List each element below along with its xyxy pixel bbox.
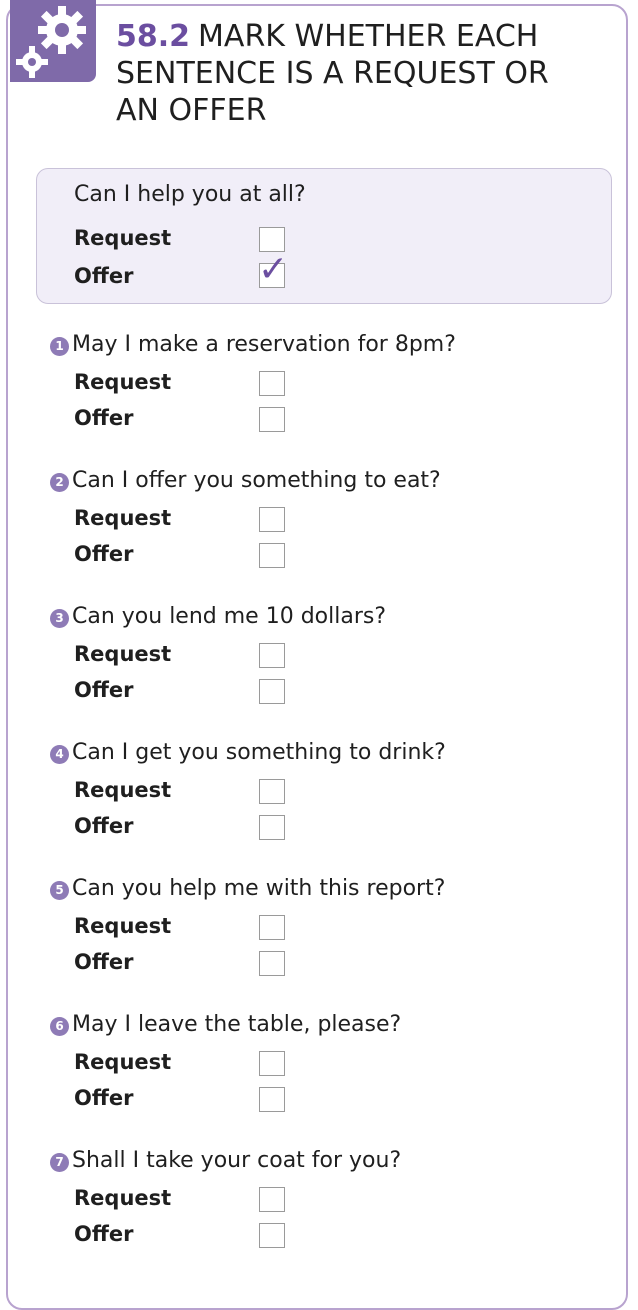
request-checkbox[interactable] bbox=[259, 507, 285, 532]
gears-icon bbox=[10, 0, 96, 82]
offer-label: Offer bbox=[74, 678, 134, 702]
request-label: Request bbox=[74, 642, 172, 666]
request-label: Request bbox=[74, 506, 172, 530]
example-offer-label: Offer bbox=[74, 264, 134, 288]
offer-checkbox[interactable] bbox=[259, 407, 285, 432]
offer-checkbox[interactable] bbox=[259, 1223, 285, 1248]
offer-label: Offer bbox=[74, 1222, 134, 1246]
item-question: Can you lend me 10 dollars? bbox=[72, 604, 387, 629]
item-question: Can I offer you something to eat? bbox=[72, 468, 441, 493]
request-checkbox[interactable] bbox=[259, 1187, 285, 1212]
item-number: 2 bbox=[50, 473, 69, 492]
request-checkbox[interactable] bbox=[259, 643, 285, 668]
request-label: Request bbox=[74, 1186, 172, 1210]
page: 58.2 MARK WHETHER EACH SENTENCE IS A REQU… bbox=[0, 0, 638, 1310]
offer-checkbox[interactable] bbox=[259, 679, 285, 704]
item-question: Can you help me with this report? bbox=[72, 876, 446, 901]
request-checkbox[interactable] bbox=[259, 371, 285, 396]
offer-checkbox[interactable] bbox=[259, 951, 285, 976]
item-number: 4 bbox=[50, 745, 69, 764]
offer-checkbox[interactable] bbox=[259, 1087, 285, 1112]
offer-label: Offer bbox=[74, 542, 134, 566]
request-checkbox[interactable] bbox=[259, 1051, 285, 1076]
example-question: Can I help you at all? bbox=[74, 182, 306, 207]
request-label: Request bbox=[74, 778, 172, 802]
item-question: May I leave the table, please? bbox=[72, 1012, 402, 1037]
item-number: 1 bbox=[50, 337, 69, 356]
item-question: Shall I take your coat for you? bbox=[72, 1148, 402, 1173]
item-number: 7 bbox=[50, 1153, 69, 1172]
exercise-number: 58.2 bbox=[116, 19, 191, 54]
item-question: May I make a reservation for 8pm? bbox=[72, 332, 456, 357]
offer-label: Offer bbox=[74, 814, 134, 838]
example-request-label: Request bbox=[74, 226, 172, 250]
item-number: 5 bbox=[50, 881, 69, 900]
exercise-heading: 58.2 MARK WHETHER EACH SENTENCE IS A REQU… bbox=[116, 18, 596, 129]
offer-checkbox[interactable] bbox=[259, 543, 285, 568]
checkmark-icon: ✓ bbox=[258, 249, 289, 290]
item-number: 3 bbox=[50, 609, 69, 628]
item-question: Can I get you something to drink? bbox=[72, 740, 446, 765]
offer-label: Offer bbox=[74, 1086, 134, 1110]
item-number: 6 bbox=[50, 1017, 69, 1036]
request-checkbox[interactable] bbox=[259, 915, 285, 940]
request-checkbox[interactable] bbox=[259, 779, 285, 804]
offer-label: Offer bbox=[74, 950, 134, 974]
request-label: Request bbox=[74, 914, 172, 938]
offer-label: Offer bbox=[74, 406, 134, 430]
request-label: Request bbox=[74, 370, 172, 394]
offer-checkbox[interactable] bbox=[259, 815, 285, 840]
request-label: Request bbox=[74, 1050, 172, 1074]
